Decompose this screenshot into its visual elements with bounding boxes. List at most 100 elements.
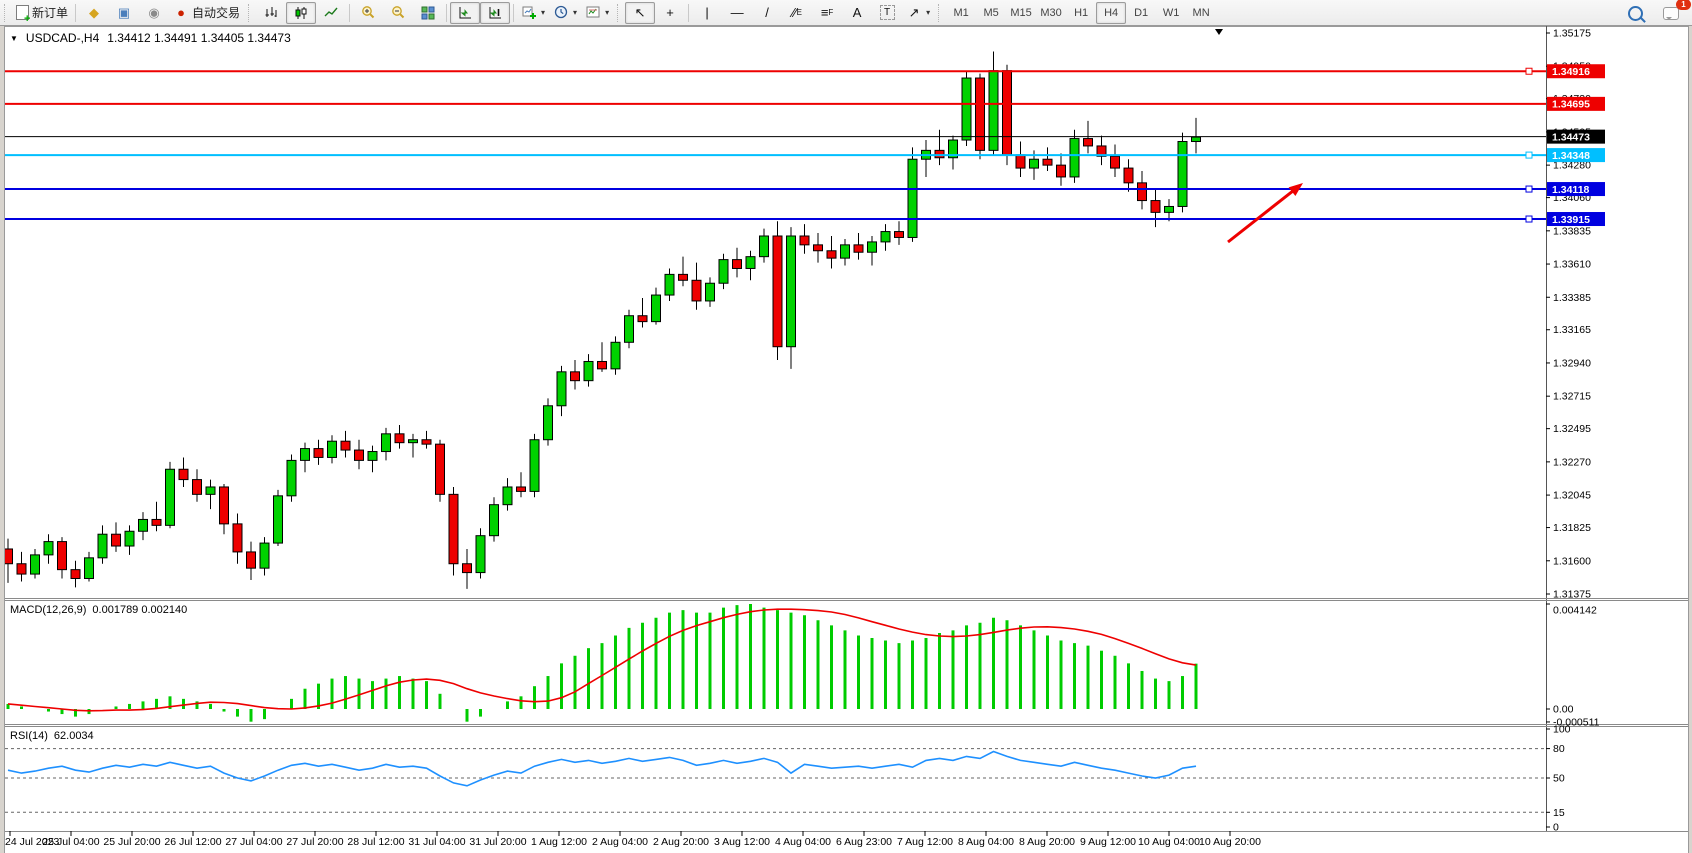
arrows-tool-button[interactable]: ↗ ▾ [902,2,934,24]
auto-scroll-button[interactable] [450,2,480,24]
svg-text:0: 0 [1553,822,1559,834]
crosshair-tool-button[interactable]: + [655,2,685,24]
date-label: 3 Aug 12:00 [714,836,770,848]
timeframe-w1-button[interactable]: W1 [1156,2,1186,24]
chat-bubble-icon [1663,7,1679,20]
text-tool-icon: A [849,5,865,21]
vertical-line-icon: | [699,5,715,21]
collapse-triangle-icon[interactable]: ▼ [10,34,18,43]
text-tool-button[interactable]: A [842,2,872,24]
date-label: 9 Aug 12:00 [1080,836,1136,848]
date-label: 31 Jul 20:00 [469,836,526,848]
market-watch-icon: ◆ [86,5,102,21]
template-button[interactable]: ▾ [581,2,613,24]
tile-windows-button[interactable] [413,2,443,24]
zoom-in-icon [360,5,376,21]
line-handle[interactable] [1526,152,1532,158]
svg-text:1.34916: 1.34916 [1552,66,1590,78]
candlestick-chart-icon [293,5,309,21]
auto-trading-label: 自动交易 [192,4,240,21]
line-handle[interactable] [1526,186,1532,192]
period-button[interactable]: ▾ [549,2,581,24]
line-handle[interactable] [1526,68,1532,74]
svg-text:1.33165: 1.33165 [1553,324,1591,336]
zoom-out-icon [390,5,406,21]
date-label: 27 Jul 04:00 [225,836,282,848]
dropdown-arrow-icon: ▾ [541,8,545,17]
notifications-button[interactable]: 1 [1656,2,1686,24]
notification-badge: 1 [1676,0,1691,10]
add-indicator-button[interactable]: ▾ [517,2,549,24]
chart-shift-marker[interactable] [1215,29,1223,35]
mt4-window: + 新订单 ◆ ▣ ◉ ● 自动交易 [0,0,1692,853]
svg-text:1.32495: 1.32495 [1553,423,1591,435]
trend-arrow-annotation[interactable] [1228,191,1293,242]
chart-window[interactable]: 1.351751.349501.347301.345051.342801.340… [0,26,1692,853]
search-button[interactable] [1620,2,1650,24]
date-label: 6 Aug 23:00 [836,836,892,848]
line-chart-button[interactable] [316,2,346,24]
trendline-tool-button[interactable]: / [752,2,782,24]
chart-canvas[interactable]: 1.351751.349501.347301.345051.342801.340… [0,26,1692,853]
date-label: 27 Jul 20:00 [286,836,343,848]
equidistant-channel-icon: ∕∕E [789,5,805,21]
toolbar-grip[interactable] [938,4,944,22]
chart-ohlc-values: 1.34412 1.34491 1.34405 1.34473 [107,31,291,45]
timeframe-m1-button[interactable]: M1 [946,2,976,24]
svg-text:1.32045: 1.32045 [1553,490,1591,502]
zoom-out-button[interactable] [383,2,413,24]
navigator-button[interactable]: ▣ [109,2,139,24]
svg-text:1.31825: 1.31825 [1553,522,1591,534]
svg-text:100: 100 [1553,724,1571,736]
separator [75,4,76,22]
vertical-line-tool-button[interactable]: | [692,2,722,24]
macd-pane: 0.0041420.00-0.000511 [8,604,1600,728]
new-order-button[interactable]: + 新订单 [12,2,72,24]
label-tool-button[interactable]: T [872,2,902,24]
bar-chart-button[interactable] [256,2,286,24]
terminal-button[interactable]: ◉ [139,2,169,24]
candlestick-chart-button[interactable] [286,2,316,24]
date-axis[interactable]: 24 Jul 202325 Jul 04:0025 Jul 20:0026 Ju… [5,831,1261,848]
svg-text:1.32715: 1.32715 [1553,391,1591,403]
svg-text:0.004142: 0.004142 [1553,605,1597,617]
chart-shift-button[interactable] [480,2,510,24]
svg-text:15: 15 [1553,807,1565,819]
separator [349,4,350,22]
market-watch-button[interactable]: ◆ [79,2,109,24]
horizontal-line-objects[interactable]: 1.349161.346951.344731.343481.341181.339… [5,64,1605,226]
new-order-label: 新订单 [32,4,68,21]
timeframe-m5-button[interactable]: M5 [976,2,1006,24]
line-handle[interactable] [1526,216,1532,222]
timeframe-h4-button[interactable]: H4 [1096,2,1126,24]
toolbar-grip[interactable] [4,4,10,22]
channel-tool-button[interactable]: ∕∕E [782,2,812,24]
toolbar-grip[interactable] [248,4,254,22]
price-axis[interactable]: 1.351751.349501.347301.345051.342801.340… [1546,28,1591,601]
timeframe-m30-button[interactable]: M30 [1036,2,1066,24]
toolbar-grip[interactable] [617,4,623,22]
line-chart-icon [323,5,339,21]
date-label: 10 Aug 20:00 [1199,836,1261,848]
trendline-icon: / [759,5,775,21]
annotations[interactable] [1215,29,1303,242]
date-label: 26 Jul 12:00 [164,836,221,848]
svg-text:1.34118: 1.34118 [1552,184,1590,196]
horizontal-line-tool-button[interactable]: — [722,2,752,24]
bar-chart-icon [263,5,279,21]
navigator-icon: ▣ [116,5,132,21]
fibonacci-icon: ≡F [819,5,835,21]
zoom-in-button[interactable] [353,2,383,24]
label-tool-icon: T [880,5,895,20]
date-label: 2 Aug 20:00 [653,836,709,848]
main-toolbar: + 新订单 ◆ ▣ ◉ ● 自动交易 [0,0,1692,26]
date-label: 28 Jul 12:00 [347,836,404,848]
timeframe-d1-button[interactable]: D1 [1126,2,1156,24]
timeframe-h1-button[interactable]: H1 [1066,2,1096,24]
candlesticks [4,51,1201,588]
auto-trading-button[interactable]: ● 自动交易 [169,2,244,24]
timeframe-m15-button[interactable]: M15 [1006,2,1036,24]
fibonacci-tool-button[interactable]: ≡F [812,2,842,24]
timeframe-mn-button[interactable]: MN [1186,2,1216,24]
cursor-tool-button[interactable]: ↖ [625,2,655,24]
